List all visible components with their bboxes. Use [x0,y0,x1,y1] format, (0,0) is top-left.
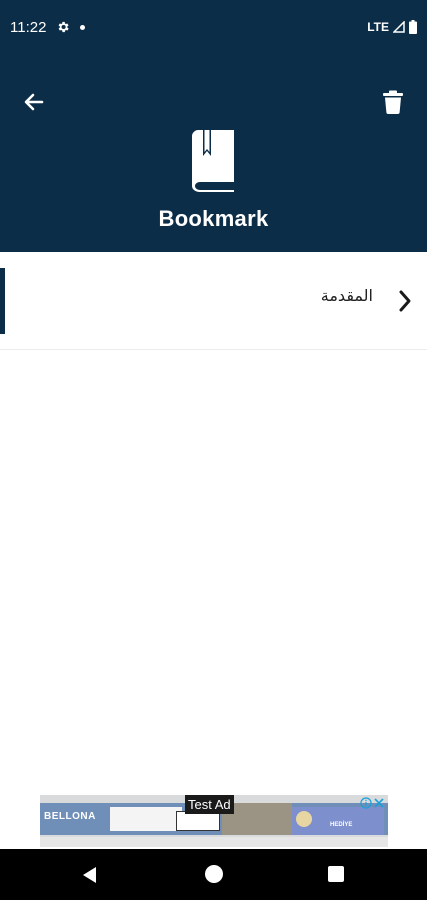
settings-icon [59,21,70,33]
signal-icon [393,21,405,33]
delete-all-button[interactable] [377,86,409,118]
ad-footer [40,837,388,847]
nav-home-icon[interactable] [205,865,223,883]
notification-dot-icon [80,24,86,30]
ad-text-box [110,807,182,831]
ad-info-icon[interactable] [360,797,372,809]
page-title: Bookmark [158,206,269,231]
ad-test-label: Test Ad [185,795,234,814]
ad-cta: HEDİYE [330,822,353,828]
book-bookmark-icon [192,130,234,192]
ad-close-icon[interactable] [373,797,385,809]
system-nav-bar [0,849,427,900]
list-item-accent [0,268,5,334]
nav-recent-icon[interactable] [328,866,344,882]
trash-icon [383,90,403,114]
ad-product-circle [296,811,312,827]
ad-banner[interactable]: BELLONA HEDİYE Test Ad [40,795,388,847]
bookmark-list-item[interactable]: المقدمة [0,268,427,350]
ad-logo-box [176,811,220,831]
network-type: LTE [367,20,389,34]
nav-back-icon[interactable] [80,865,100,885]
ad-brand: BELLONA [44,811,96,822]
battery-icon [409,20,417,34]
chevron-right-icon [399,290,411,312]
status-bar: 11:22 LTE [0,0,427,54]
back-button[interactable] [18,86,50,118]
header: 11:22 LTE Bookmark [0,0,427,252]
bookmark-label: المقدمة [320,286,373,305]
status-time: 11:22 [10,18,47,36]
back-arrow-icon [24,93,44,111]
